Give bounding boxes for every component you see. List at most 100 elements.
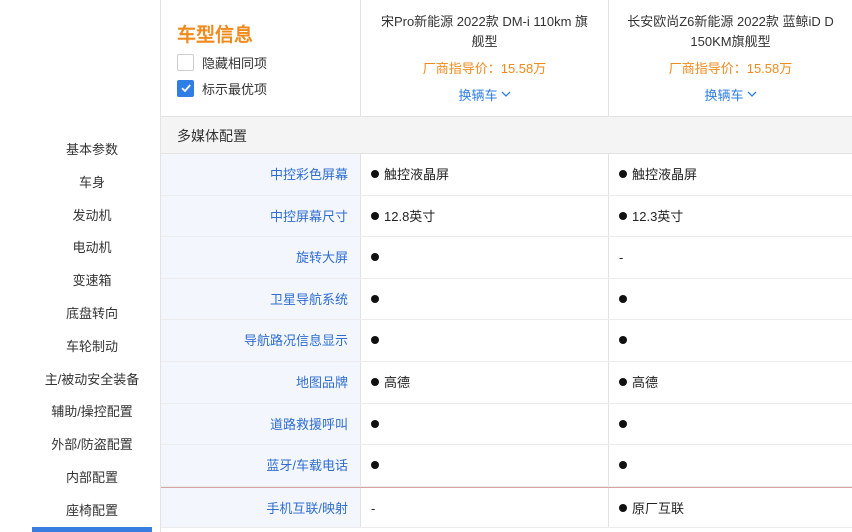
swap-car-button[interactable]: 换辆车	[458, 85, 510, 104]
show-best-label: 标示最优项	[202, 81, 268, 97]
table-row: 蓝牙/车载电话	[161, 445, 852, 487]
standard-dot-icon	[371, 170, 379, 178]
sidebar-nav: 基本参数 车身 发动机 电动机 变速箱 底盘转向 车轮制动 主/被动安全装备 辅助/操控配置 外部…	[32, 134, 152, 532]
hide-same-label: 隐藏相同项	[202, 55, 268, 71]
table-header: 车型信息 隐藏相同项 标示最优项 宋Pro新能源 2022款 DM-i 110k…	[161, 0, 852, 117]
car-column-2: 长安欧尚Z6新能源 2022款 蓝鲸iD D 150KM旗舰型 厂商指导价：15…	[609, 0, 852, 117]
standard-dot-icon	[619, 211, 627, 220]
cell-text: -	[371, 500, 376, 516]
standard-dot-icon	[371, 336, 379, 345]
sidebar-item[interactable]: 基本参数	[32, 134, 152, 167]
cell-value	[609, 445, 852, 486]
table-row: 道路救援呼叫	[161, 403, 852, 446]
standard-dot-icon	[619, 419, 627, 428]
cell-value	[609, 279, 852, 320]
standard-dot-icon	[371, 419, 379, 428]
sidebar-item[interactable]: 座椅配置	[32, 495, 152, 528]
car-name[interactable]: 宋Pro新能源 2022款 DM-i 110km 旗舰型	[361, 12, 608, 52]
row-label: 道路救援呼叫	[161, 403, 361, 445]
sidebar-item[interactable]: 主/被动安全装备	[32, 364, 152, 397]
sidebar-item[interactable]: 辅助/操控配置	[32, 396, 152, 429]
check-icon	[180, 84, 191, 93]
header-title-cell: 车型信息 隐藏相同项 标示最优项	[161, 0, 361, 117]
sidebar-item[interactable]: 底盘转向	[32, 298, 152, 331]
table-row: 地图品牌 高德 高德	[161, 362, 852, 404]
cell-value: 触控液晶屏	[361, 154, 609, 195]
standard-dot-icon	[619, 378, 627, 386]
sidebar-item[interactable]: 车身	[32, 167, 152, 200]
cell-value: 原厂互联	[609, 488, 852, 528]
cell-value	[361, 445, 609, 486]
row-label: 旋转大屏	[161, 237, 361, 278]
standard-dot-icon	[619, 336, 627, 345]
standard-dot-icon	[619, 503, 627, 512]
standard-dot-icon	[619, 461, 627, 470]
swap-car-label: 换辆车	[704, 88, 744, 103]
sidebar-item[interactable]: 电动机	[32, 232, 152, 265]
car-column-1: 宋Pro新能源 2022款 DM-i 110km 旗舰型 厂商指导价：15.58…	[361, 0, 609, 117]
section-title: 多媒体配置	[177, 128, 247, 144]
sidebar-item[interactable]: 车轮制动	[32, 331, 152, 364]
row-label: 中控屏幕尺寸	[161, 195, 361, 237]
cell-text: -	[619, 250, 624, 266]
cell-value: -	[609, 237, 852, 278]
cell-value: 12.8英寸	[361, 195, 609, 237]
cell-value: -	[361, 487, 609, 528]
table-row: 中控屏幕尺寸 12.8英寸 12.3英寸	[161, 195, 852, 238]
table-row: 手机互联/映射 - 原厂互联	[161, 486, 852, 529]
cell-value	[361, 403, 609, 445]
comparison-table: 车型信息 隐藏相同项 标示最优项 宋Pro新能源 2022款 DM-i 110k…	[160, 0, 852, 532]
cell-value	[361, 278, 609, 320]
car-price: 厂商指导价：15.58万	[422, 61, 547, 76]
cell-value	[361, 237, 609, 278]
row-label: 手机互联/映射	[161, 487, 361, 528]
cell-value: 高德	[609, 362, 852, 403]
cell-text: 12.8英寸	[384, 208, 436, 224]
cell-text: 触控液晶屏	[384, 167, 450, 182]
standard-dot-icon	[371, 461, 379, 470]
cell-value	[361, 320, 609, 361]
car-price: 厂商指导价：15.58万	[668, 61, 793, 76]
standard-dot-icon	[371, 378, 379, 386]
standard-dot-icon	[619, 170, 627, 178]
cell-text: 高德	[384, 375, 411, 390]
row-label: 中控彩色屏幕	[161, 154, 361, 195]
standard-dot-icon	[371, 253, 379, 262]
row-label: 卫星导航系统	[161, 278, 361, 320]
hide-same-checkbox[interactable]	[177, 53, 194, 71]
page-title: 车型信息	[177, 25, 254, 46]
show-best-toggle[interactable]: 标示最优项	[177, 78, 267, 98]
sidebar-item[interactable]: 变速箱	[32, 265, 152, 298]
show-best-checkbox[interactable]	[177, 79, 194, 97]
chevron-down-icon	[501, 91, 510, 97]
cell-value: 12.3英寸	[609, 196, 852, 237]
table-row: 卫星导航系统	[161, 278, 852, 321]
standard-dot-icon	[371, 294, 379, 303]
table-row: 导航路况信息显示	[161, 320, 852, 362]
swap-car-label: 换辆车	[458, 88, 498, 103]
cell-text: 高德	[632, 375, 659, 390]
row-label: 导航路况信息显示	[161, 320, 361, 361]
car-name[interactable]: 长安欧尚Z6新能源 2022款 蓝鲸iD D 150KM旗舰型	[609, 12, 852, 52]
sidebar-item[interactable]: 外部/防盗配置	[32, 429, 152, 462]
swap-car-button[interactable]: 换辆车	[704, 85, 756, 104]
standard-dot-icon	[371, 211, 379, 220]
cell-text: 原厂互联	[632, 500, 685, 516]
table-row: 旋转大屏 -	[161, 237, 852, 279]
chevron-down-icon	[747, 91, 756, 97]
cell-value	[609, 320, 852, 361]
cell-text: 触控液晶屏	[632, 167, 698, 182]
hide-same-toggle[interactable]: 隐藏相同项	[177, 52, 267, 72]
sidebar-item[interactable]: 内部配置	[32, 462, 152, 495]
cell-text: 12.3英寸	[632, 208, 684, 224]
row-label: 地图品牌	[161, 362, 361, 403]
sidebar-item[interactable]: 发动机	[32, 200, 152, 233]
cell-value	[609, 404, 852, 445]
section-header: 多媒体配置	[161, 117, 852, 154]
active-indicator	[32, 527, 152, 532]
standard-dot-icon	[619, 294, 627, 303]
cell-value: 高德	[361, 362, 609, 403]
cell-value: 触控液晶屏	[609, 154, 852, 195]
table-row: 中控彩色屏幕 触控液晶屏 触控液晶屏	[161, 154, 852, 196]
row-label: 蓝牙/车载电话	[161, 445, 361, 486]
